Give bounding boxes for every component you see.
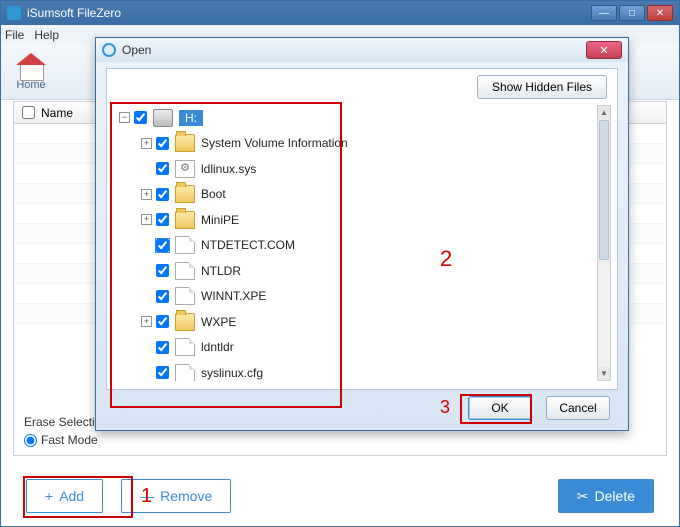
- fast-mode-label: Fast Mode: [41, 433, 98, 447]
- main-titlebar: iSumsoft FileZero — □ ✕: [1, 1, 679, 25]
- tree-node[interactable]: syslinux.cfg: [115, 360, 595, 381]
- tree-node-root[interactable]: − H:: [115, 105, 595, 131]
- tree-checkbox[interactable]: [156, 137, 169, 150]
- tree-checkbox[interactable]: [156, 341, 169, 354]
- sys-icon: [175, 160, 195, 178]
- tree-node[interactable]: + WXPE: [115, 309, 595, 335]
- file-tree: − H: + System Volume Information ldlinux.s…: [115, 105, 595, 381]
- add-button[interactable]: + Add: [26, 479, 103, 513]
- dialog-title: Open: [122, 43, 151, 57]
- tree-node[interactable]: NTDETECT.COM: [115, 233, 595, 259]
- tree-label: NTDETECT.COM: [201, 238, 295, 252]
- ok-button[interactable]: OK: [468, 396, 532, 420]
- scroll-thumb[interactable]: [599, 120, 609, 260]
- tree-label: WINNT.XPE: [201, 289, 266, 303]
- show-hidden-files-button[interactable]: Show Hidden Files: [477, 75, 607, 99]
- annotation-1: 1: [141, 485, 152, 508]
- dialog-close-button[interactable]: ✕: [586, 41, 622, 59]
- menu-file[interactable]: File: [5, 28, 24, 42]
- remove-button[interactable]: — Remove: [121, 479, 231, 513]
- tree-label: MiniPE: [201, 213, 239, 227]
- expander-icon[interactable]: +: [141, 214, 152, 225]
- dialog-body: Show Hidden Files − H: + System Volume In…: [106, 68, 618, 390]
- plus-icon: +: [45, 488, 53, 504]
- tree-checkbox[interactable]: [156, 162, 169, 175]
- tree-label: Boot: [201, 187, 226, 201]
- cancel-button[interactable]: Cancel: [546, 396, 610, 420]
- tree-node[interactable]: + Boot: [115, 182, 595, 208]
- folder-icon: [175, 211, 195, 229]
- app-icon: [7, 6, 21, 20]
- remove-label: Remove: [160, 488, 212, 504]
- shred-icon: ✂: [577, 488, 589, 505]
- delete-button[interactable]: ✂ Delete: [558, 479, 654, 513]
- tree-label: NTLDR: [201, 264, 241, 278]
- tree-scrollbar[interactable]: ▲ ▼: [597, 105, 611, 381]
- tree-checkbox[interactable]: [156, 188, 169, 201]
- tree-checkbox[interactable]: [156, 213, 169, 226]
- file-icon: [175, 236, 195, 254]
- footer: + Add — Remove ✂ Delete: [26, 478, 654, 514]
- folder-icon: [175, 313, 195, 331]
- open-dialog: Open ✕ Show Hidden Files − H: + System Vo…: [95, 37, 629, 431]
- tree-label: WXPE: [201, 315, 236, 329]
- tree-node[interactable]: + MiniPE: [115, 207, 595, 233]
- fast-mode-row[interactable]: Fast Mode: [24, 433, 98, 447]
- app-title: iSumsoft FileZero: [27, 6, 121, 20]
- tree-checkbox[interactable]: [156, 366, 169, 379]
- expander-icon[interactable]: +: [141, 189, 152, 200]
- tree-checkbox[interactable]: [134, 111, 147, 124]
- tree-label: System Volume Information: [201, 136, 348, 150]
- tree-node[interactable]: + System Volume Information: [115, 131, 595, 157]
- tree-label: ldlinux.sys: [201, 162, 256, 176]
- dialog-icon: [102, 43, 116, 57]
- dialog-buttons: OK Cancel: [468, 396, 610, 420]
- file-icon: [175, 338, 195, 356]
- tree-checkbox[interactable]: [156, 264, 169, 277]
- tree-checkbox[interactable]: [156, 239, 169, 252]
- delete-label: Delete: [595, 488, 635, 504]
- minimize-button[interactable]: —: [591, 5, 617, 21]
- annotation-3: 3: [440, 397, 450, 418]
- main-window: iSumsoft FileZero — □ ✕ File Help Home N…: [0, 0, 680, 527]
- tree-node[interactable]: WINNT.XPE: [115, 284, 595, 310]
- tree-checkbox[interactable]: [156, 290, 169, 303]
- expander-icon[interactable]: +: [141, 138, 152, 149]
- home-icon: [16, 53, 46, 79]
- folder-icon: [175, 185, 195, 203]
- add-label: Add: [59, 488, 84, 504]
- tree-checkbox[interactable]: [156, 315, 169, 328]
- dialog-titlebar: Open ✕: [96, 38, 628, 62]
- file-icon: [175, 364, 195, 381]
- scroll-down-icon[interactable]: ▼: [598, 367, 610, 380]
- home-button[interactable]: Home: [16, 53, 46, 91]
- select-all-checkbox[interactable]: [22, 106, 35, 119]
- file-icon: [175, 287, 195, 305]
- expander-icon[interactable]: +: [141, 316, 152, 327]
- menu-help[interactable]: Help: [34, 28, 59, 42]
- maximize-button[interactable]: □: [619, 5, 645, 21]
- tree-label: ldntldr: [201, 340, 234, 354]
- annotation-2: 2: [440, 246, 452, 272]
- tree-node[interactable]: ldntldr: [115, 335, 595, 361]
- tree-label: syslinux.cfg: [201, 366, 263, 380]
- tree-node[interactable]: ldlinux.sys: [115, 156, 595, 182]
- tree-node[interactable]: NTLDR: [115, 258, 595, 284]
- close-button[interactable]: ✕: [647, 5, 673, 21]
- fast-mode-radio[interactable]: [24, 434, 37, 447]
- drive-icon: [153, 109, 173, 127]
- column-name: Name: [41, 106, 73, 120]
- expander-icon[interactable]: −: [119, 112, 130, 123]
- folder-icon: [175, 134, 195, 152]
- file-icon: [175, 262, 195, 280]
- tree-label-root: H:: [179, 110, 203, 126]
- scroll-up-icon[interactable]: ▲: [598, 106, 610, 119]
